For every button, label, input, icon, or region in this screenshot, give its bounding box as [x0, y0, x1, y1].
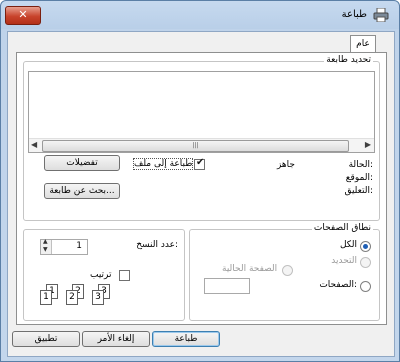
spin-up-icon[interactable]: ▲ — [43, 238, 48, 245]
comment-label: التعليق: — [344, 186, 373, 196]
select-printer-label: تحديد طابعة — [324, 55, 373, 65]
tab-general[interactable]: عام — [350, 35, 376, 52]
collate-label: ترتيب — [90, 270, 112, 280]
page-range-group: نطاق الصفحات الكل التحديد الصفحة الحالية… — [189, 223, 380, 321]
close-button[interactable]: ✕ — [5, 6, 41, 25]
printer-list[interactable]: ◀ ||| ▶ — [28, 71, 375, 153]
page-range-label: نطاق الصفحات — [311, 223, 373, 233]
collate-icon: 1 1 2 2 3 3 — [40, 284, 120, 314]
copies-group: عدد النسخ: ▲ ▼ 1 ترتيب 1 1 2 2 3 3 — [23, 229, 185, 321]
checkmark-icon: ✔ — [196, 157, 205, 168]
radio-all[interactable] — [360, 241, 371, 252]
general-tab-panel: تحديد طابعة ◀ ||| ▶ الحالة: جاهز الموقع:… — [16, 52, 387, 325]
radio-pages[interactable] — [360, 281, 371, 292]
printer-icon — [373, 8, 389, 22]
collate-page-2a: 2 — [66, 290, 78, 305]
pages-input[interactable] — [204, 278, 250, 294]
title-bar[interactable]: ✕ طباعة — [1, 1, 399, 29]
scroll-thumb[interactable]: ||| — [42, 140, 349, 152]
radio-pages-label: الصفحات: — [319, 280, 357, 290]
cancel-button[interactable]: إلغاء الأمر — [82, 331, 150, 347]
radio-all-label: الكل — [339, 240, 357, 250]
spin-down-icon[interactable]: ▼ — [43, 246, 48, 253]
collate-checkbox[interactable] — [119, 270, 130, 281]
copies-stepper[interactable]: ▲ ▼ 1 — [40, 238, 88, 255]
location-label: الموقع: — [345, 173, 373, 183]
preferences-button[interactable]: تفضيلات — [44, 155, 120, 171]
dialog-client-area: عام تحديد طابعة ◀ ||| ▶ الحالة: جاهز الم… — [7, 31, 395, 357]
scroll-right-arrow-icon[interactable]: ▶ — [365, 140, 371, 149]
print-to-file-checkbox[interactable]: ✔ — [194, 157, 205, 170]
status-value: جاهز — [276, 160, 295, 170]
window-title: طباعة — [341, 9, 367, 20]
print-dialog-window: ✕ طباعة عام تحديد طابعة ◀ ||| ▶ الحالة: — [0, 0, 400, 362]
select-printer-group: تحديد طابعة ◀ ||| ▶ الحالة: جاهز الموقع:… — [23, 55, 380, 221]
copies-value: 1 — [76, 241, 82, 251]
spin-buttons[interactable]: ▲ ▼ — [41, 238, 52, 254]
status-label: الحالة: — [348, 160, 373, 170]
collate-page-3a: 3 — [92, 290, 104, 305]
radio-current-page[interactable] — [282, 265, 293, 276]
print-button[interactable]: طباعة — [152, 331, 220, 347]
scroll-left-arrow-icon[interactable]: ◀ — [31, 140, 37, 149]
find-printer-button[interactable]: بحث عن طابعة... — [44, 183, 120, 199]
collate-page-1a: 1 — [40, 290, 52, 305]
print-to-file-label: طباعة إلى ملف — [132, 158, 194, 170]
radio-selection[interactable] — [360, 257, 371, 268]
horizontal-scrollbar[interactable]: ◀ ||| ▶ — [29, 138, 374, 152]
copies-label: عدد النسخ: — [136, 240, 178, 250]
radio-selection-label: التحديد — [331, 256, 357, 266]
radio-current-page-label: الصفحة الحالية — [222, 264, 278, 274]
apply-button[interactable]: تطبيق — [12, 331, 80, 347]
